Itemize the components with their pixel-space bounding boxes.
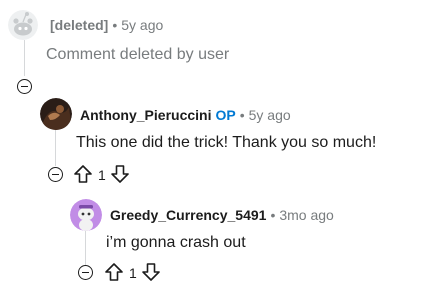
comment-body: Comment deleted by user	[46, 46, 230, 63]
snoo-avatar-icon[interactable]	[70, 199, 102, 231]
comment-body: This one did the trick! Thank you so muc…	[76, 134, 377, 151]
collapse-thread-button[interactable]	[78, 265, 93, 280]
thread-line-reply	[55, 130, 56, 166]
meta-separator: •	[239, 107, 245, 123]
collapse-thread-button[interactable]	[17, 79, 32, 94]
downvote-icon[interactable]	[110, 164, 130, 184]
meta-separator: •	[112, 17, 118, 33]
thread-line-root	[24, 40, 25, 76]
user-avatar-photo[interactable]	[40, 98, 72, 130]
comment-meta: Anthony_Pieruccini OP • 5y ago	[80, 106, 291, 124]
comment-author[interactable]: Anthony_Pieruccini	[80, 107, 211, 123]
comment-timestamp[interactable]: 5y ago	[249, 107, 291, 123]
comment-meta: Greedy_Currency_5491 • 3mo ago	[110, 206, 334, 224]
comment-meta: [deleted] • 5y ago	[50, 16, 163, 34]
comment-timestamp[interactable]: 5y ago	[121, 17, 163, 33]
thread-line-nested	[85, 230, 86, 265]
op-badge: OP	[215, 107, 236, 123]
upvote-icon[interactable]	[73, 164, 93, 184]
upvote-icon[interactable]	[104, 262, 124, 282]
deleted-user-icon	[8, 10, 38, 40]
comment-author[interactable]: Greedy_Currency_5491	[110, 207, 266, 223]
vote-count: 1	[98, 167, 106, 183]
vote-count: 1	[129, 265, 137, 281]
comment-author: [deleted]	[50, 17, 109, 33]
downvote-icon[interactable]	[141, 262, 161, 282]
comment-body: i’m gonna crash out	[106, 234, 246, 251]
collapse-thread-button[interactable]	[48, 167, 63, 182]
comment-timestamp[interactable]: 3mo ago	[279, 207, 333, 223]
meta-separator: •	[270, 207, 276, 223]
